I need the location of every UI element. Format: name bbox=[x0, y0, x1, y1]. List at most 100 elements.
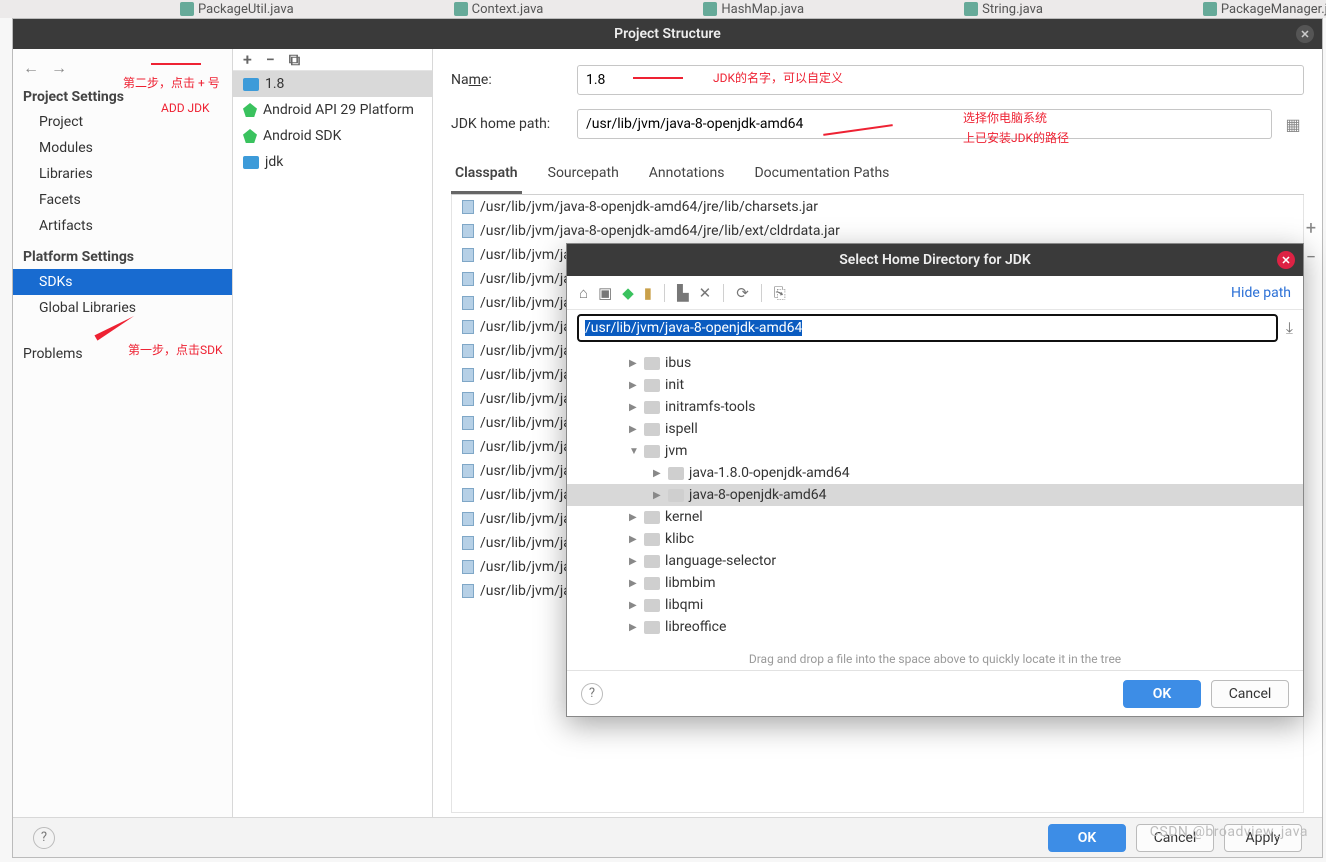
tab-sourcepath[interactable]: Sourcepath bbox=[544, 157, 623, 194]
close-icon[interactable]: ✕ bbox=[1296, 25, 1314, 43]
jar-icon bbox=[462, 464, 474, 478]
tab-classpath[interactable]: Classpath bbox=[451, 157, 522, 194]
sdk-item[interactable]: jdk bbox=[233, 149, 432, 175]
copy-sdk-button[interactable]: ⧉ bbox=[289, 50, 300, 70]
remove-sdk-button[interactable]: − bbox=[266, 50, 275, 69]
nav-back-icon[interactable]: ← bbox=[23, 58, 39, 78]
desktop-icon[interactable]: ▣ bbox=[598, 284, 612, 302]
show-hidden-icon[interactable]: ⎘ bbox=[774, 284, 786, 302]
sdk-item[interactable]: Android API 29 Platform bbox=[233, 97, 432, 123]
nav-item-libraries[interactable]: Libraries bbox=[13, 161, 232, 187]
java-file-icon bbox=[1203, 2, 1217, 16]
nav-forward-icon[interactable]: → bbox=[51, 58, 67, 78]
expand-icon[interactable]: ▶ bbox=[629, 358, 639, 369]
help-icon[interactable]: ? bbox=[581, 683, 603, 705]
annotation-step2: 第二步，点击 + 号 bbox=[123, 74, 220, 91]
expand-icon[interactable]: ▶ bbox=[629, 578, 639, 589]
module-icon[interactable]: ▮ bbox=[644, 284, 652, 302]
editor-tab[interactable]: HashMap.java bbox=[703, 0, 804, 18]
expand-icon[interactable]: ▶ bbox=[629, 424, 639, 435]
folder-icon bbox=[668, 489, 684, 502]
expand-icon[interactable]: ▶ bbox=[629, 622, 639, 633]
tree-node[interactable]: ▶kernel bbox=[567, 506, 1303, 528]
annotation-addjdk: ADD JDK bbox=[161, 101, 210, 115]
help-icon[interactable]: ? bbox=[33, 827, 55, 849]
expand-icon[interactable]: ▶ bbox=[629, 512, 639, 523]
name-input[interactable] bbox=[577, 65, 1304, 95]
jar-icon bbox=[462, 200, 474, 214]
expand-icon[interactable]: ▶ bbox=[629, 600, 639, 611]
nav-item-facets[interactable]: Facets bbox=[13, 187, 232, 213]
sdk-item[interactable]: 1.8 bbox=[233, 71, 432, 97]
cancel-button[interactable]: Cancel bbox=[1211, 680, 1289, 708]
classpath-entry[interactable]: /usr/lib/jvm/java-8-openjdk-amd64/jre/li… bbox=[452, 195, 1303, 219]
name-label: Name: bbox=[451, 72, 567, 88]
nav-item-modules[interactable]: Modules bbox=[13, 135, 232, 161]
ok-button[interactable]: OK bbox=[1123, 680, 1201, 708]
annotation-home1: 选择你电脑系统 bbox=[963, 109, 1047, 126]
editor-tab[interactable]: String.java bbox=[964, 0, 1043, 18]
tree-node[interactable]: ▶ klibc bbox=[567, 528, 1303, 550]
expand-icon[interactable]: ▶ bbox=[629, 556, 639, 567]
expand-icon[interactable]: ▶ bbox=[653, 468, 663, 479]
java-file-icon bbox=[964, 2, 978, 16]
directory-tree[interactable]: ▶ibus▶init▶initramfs-tools▶ispell ▼ jvm ▶ja… bbox=[567, 346, 1303, 644]
delete-icon[interactable]: ✕ bbox=[699, 284, 712, 302]
classpath-remove-button[interactable]: − bbox=[1306, 243, 1316, 272]
download-icon[interactable]: ⤓ bbox=[1286, 318, 1293, 338]
tree-node[interactable]: ▼ jvm bbox=[567, 440, 1303, 462]
tree-node[interactable]: ▶language-selector bbox=[567, 550, 1303, 572]
sdk-toolbar: + − ⧉ bbox=[233, 49, 432, 71]
tree-node[interactable]: ▶initramfs-tools bbox=[567, 396, 1303, 418]
jdk-home-input[interactable] bbox=[577, 109, 1272, 139]
project-icon[interactable]: ◆ bbox=[622, 284, 634, 302]
folder-icon bbox=[644, 599, 660, 612]
expand-icon[interactable]: ▼ bbox=[629, 446, 639, 457]
expand-icon[interactable]: ▶ bbox=[653, 490, 663, 501]
home-icon[interactable]: ⌂ bbox=[579, 284, 588, 302]
add-sdk-button[interactable]: + bbox=[243, 50, 252, 69]
expand-icon[interactable]: ▶ bbox=[629, 380, 639, 391]
tree-node[interactable]: ▶libreoffice bbox=[567, 616, 1303, 638]
nav-item-artifacts[interactable]: Artifacts bbox=[13, 213, 232, 239]
path-input[interactable] bbox=[577, 314, 1278, 342]
sdk-item[interactable]: Android SDK bbox=[233, 123, 432, 149]
editor-tab[interactable]: PackageManager.j bbox=[1203, 0, 1326, 18]
editor-tab[interactable]: Context.java bbox=[454, 0, 544, 18]
tab-annotations[interactable]: Annotations bbox=[645, 157, 729, 194]
jar-icon bbox=[462, 392, 474, 406]
tree-node[interactable]: ▶ibus bbox=[567, 352, 1303, 374]
nav-item-global-libraries[interactable]: Global Libraries bbox=[13, 295, 232, 321]
expand-icon[interactable]: ▶ bbox=[629, 402, 639, 413]
dialog-footer: ? OK Cancel bbox=[567, 670, 1303, 716]
hide-path-link[interactable]: Hide path bbox=[1231, 285, 1291, 301]
jar-icon bbox=[462, 512, 474, 526]
tree-node[interactable]: ▶java-8-openjdk-amd64 bbox=[567, 484, 1303, 506]
tab-documentation-paths[interactable]: Documentation Paths bbox=[750, 157, 893, 194]
window-footer: ? OK Cancel Apply bbox=[13, 817, 1322, 857]
refresh-icon[interactable]: ⟳ bbox=[736, 284, 749, 302]
dialog-title: Select Home Directory for JDK bbox=[839, 252, 1031, 268]
classpath-entry[interactable]: /usr/lib/jvm/java-8-openjdk-amd64/jre/li… bbox=[452, 219, 1303, 243]
close-icon[interactable]: ✕ bbox=[1277, 251, 1295, 269]
tree-label: jvm bbox=[665, 443, 687, 459]
browse-jdk-home-icon[interactable]: ▦ bbox=[1282, 115, 1304, 134]
tree-node[interactable]: ▶ libmbim bbox=[567, 572, 1303, 594]
editor-tab[interactable]: PackageUtil.java bbox=[180, 0, 294, 18]
classpath-add-button[interactable]: + bbox=[1306, 214, 1316, 243]
tree-node[interactable]: ▶ispell bbox=[567, 418, 1303, 440]
annotation-line bbox=[633, 77, 683, 79]
expand-icon[interactable]: ▶ bbox=[629, 534, 639, 545]
new-folder-icon[interactable]: ▙ bbox=[677, 284, 689, 302]
tree-node[interactable]: ▶init bbox=[567, 374, 1303, 396]
tree-node[interactable]: ▶java-1.8.0-openjdk-amd64 bbox=[567, 462, 1303, 484]
tree-label: klibc bbox=[665, 531, 694, 547]
ok-button[interactable]: OK bbox=[1048, 824, 1126, 852]
annotation-name: JDK的名字，可以自定义 bbox=[713, 69, 843, 86]
tree-label: libmbim bbox=[665, 575, 716, 591]
jar-icon bbox=[462, 416, 474, 430]
folder-icon bbox=[243, 78, 259, 91]
nav-item-sdks[interactable]: SDKs bbox=[13, 269, 232, 295]
java-file-icon bbox=[703, 2, 717, 16]
tree-node[interactable]: ▶libqmi bbox=[567, 594, 1303, 616]
